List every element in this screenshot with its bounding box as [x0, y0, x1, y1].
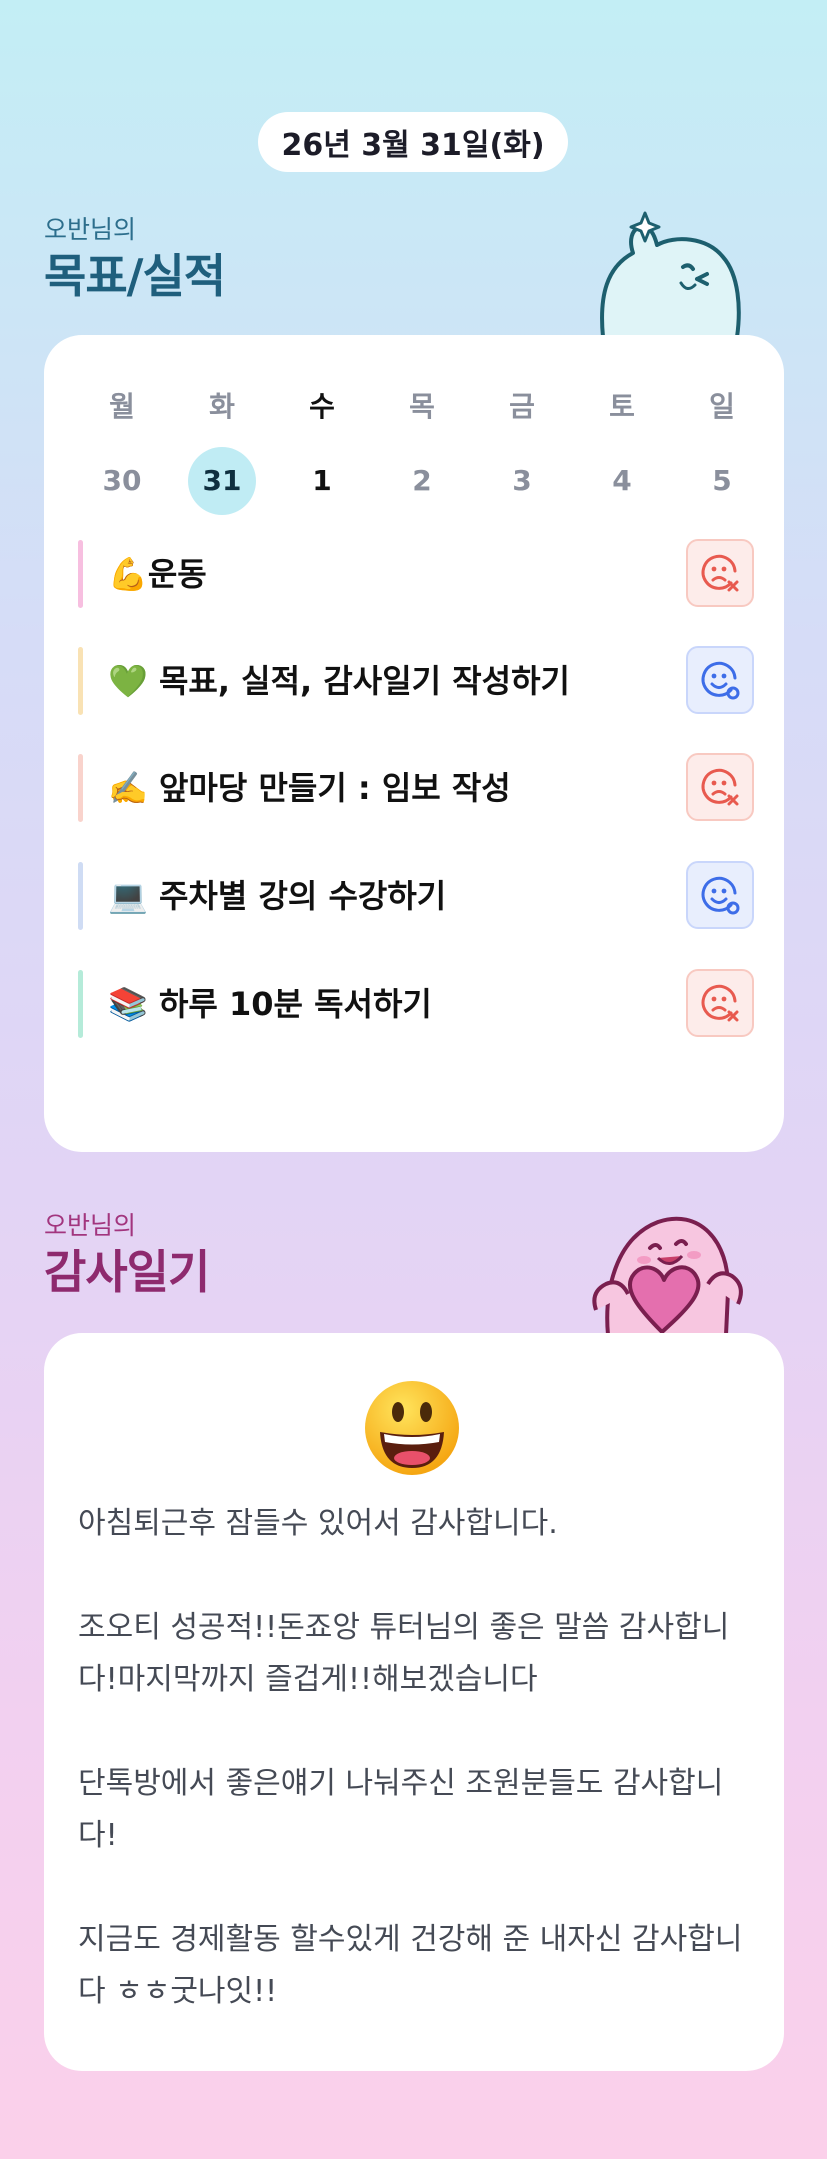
goal-status-button[interactable] [686, 861, 754, 929]
ghost-mascot-icon [600, 211, 741, 337]
weekday-mon: 월 [109, 390, 135, 423]
diary-section-title: 감사일기 [44, 1245, 210, 1299]
goal-color-bar [78, 540, 83, 608]
goal-item[interactable]: ✍️ 앞마당 만들기 : 임보 작성 [78, 752, 754, 824]
weekday-tue: 화 [209, 390, 235, 423]
goal-color-bar [78, 754, 83, 822]
goal-item[interactable]: 💪운동 [78, 538, 754, 610]
diary-paragraph: 지금도 경제활동 할수있게 건강해 준 내자신 감사합니다 ㅎㅎ굿나잇!! [78, 1922, 743, 2009]
diary-body: 아침퇴근후 잠들수 있어서 감사합니다. 조오티 성공적!!돈죠앙 튜터님의 좋… [78, 1498, 758, 2070]
goals-card: 월 화 수 목 금 토 일 30 31 1 2 3 4 5 💪운동 💚 목표, … [44, 335, 784, 1152]
goal-label: 📚 하루 10분 독서하기 [108, 985, 432, 1023]
date-cell[interactable]: 3 [488, 447, 556, 515]
goal-status-button[interactable] [686, 969, 754, 1037]
diary-card: 아침퇴근후 잠들수 있어서 감사합니다. 조오티 성공적!!돈죠앙 튜터님의 좋… [44, 1333, 784, 2071]
weekday-thu: 목 [409, 390, 435, 423]
weekday-wed: 수 [309, 390, 335, 423]
weekday-fri: 금 [509, 390, 535, 423]
diary-paragraph: 단톡방에서 좋은얘기 나눠주신 조원분들도 감사합니다! [78, 1766, 724, 1853]
sad-face-x-icon [701, 984, 739, 1022]
goal-item[interactable]: 💚 목표, 실적, 감사일기 작성하기 [78, 645, 754, 717]
sad-face-x-icon [701, 768, 739, 806]
sad-face-x-icon [701, 554, 739, 592]
grinning-face-icon [365, 1381, 459, 1475]
date-cell-selected[interactable]: 31 [188, 447, 256, 515]
goal-label: 💻 주차별 강의 수강하기 [108, 877, 447, 915]
date-pill[interactable]: 26년 3월 31일(화) [258, 112, 568, 172]
goal-color-bar [78, 647, 83, 715]
goal-label: 💪운동 [108, 555, 207, 593]
goal-status-button[interactable] [686, 646, 754, 714]
date-cell[interactable]: 4 [588, 447, 656, 515]
goal-status-button[interactable] [686, 539, 754, 607]
smile-face-check-icon [701, 876, 740, 915]
date-cell-today[interactable]: 1 [288, 447, 356, 515]
goal-color-bar [78, 970, 83, 1038]
date-cell[interactable]: 2 [388, 447, 456, 515]
goal-status-button[interactable] [686, 753, 754, 821]
date-cell[interactable]: 30 [88, 447, 156, 515]
date-cell[interactable]: 5 [688, 447, 756, 515]
date-label: 26년 3월 31일(화) [281, 128, 545, 163]
weekday-sun: 일 [709, 390, 735, 423]
goals-section-title: 목표/실적 [44, 249, 226, 303]
date-row: 30 31 1 2 3 4 5 [72, 447, 772, 515]
diary-paragraph: 조오티 성공적!!돈죠앙 튜터님의 좋은 말씀 감사합니다!마지막까지 즐겁게!… [78, 1610, 730, 1697]
goal-label: 💚 목표, 실적, 감사일기 작성하기 [108, 662, 570, 700]
smile-face-check-icon [701, 661, 740, 700]
goal-label: ✍️ 앞마당 만들기 : 임보 작성 [108, 769, 511, 807]
goal-item[interactable]: 📚 하루 10분 독서하기 [78, 968, 754, 1040]
heart-mascot-icon [592, 1216, 743, 1335]
weekday-sat: 토 [609, 390, 635, 423]
weekday-row: 월 화 수 목 금 토 일 [72, 385, 772, 425]
goal-color-bar [78, 862, 83, 930]
goal-item[interactable]: 💻 주차별 강의 수강하기 [78, 860, 754, 932]
diary-paragraph: 아침퇴근후 잠들수 있어서 감사합니다. [78, 1506, 558, 1541]
